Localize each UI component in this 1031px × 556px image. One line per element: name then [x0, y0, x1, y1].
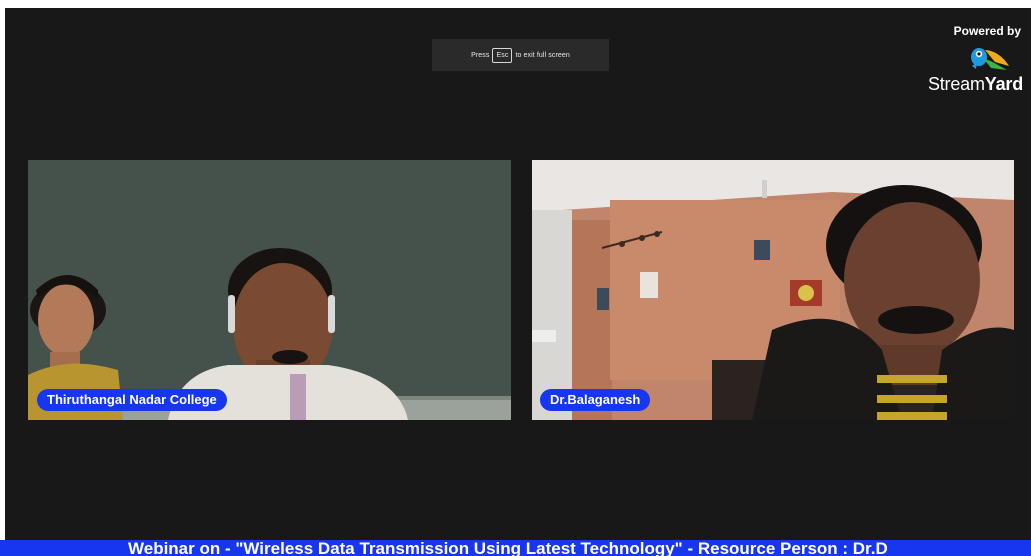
- esc-key-badge: Esc: [492, 47, 513, 63]
- fullscreen-exit-hint: Press Esc to exit full screen: [432, 39, 609, 71]
- participant-tile-balaganesh[interactable]: Dr.Balaganesh: [532, 160, 1014, 420]
- powered-by-label: Powered by: [953, 24, 1021, 38]
- streamyard-bird-logo-icon: [971, 48, 1009, 70]
- participant-tile-college[interactable]: Thiruthangal Nadar College: [28, 160, 511, 420]
- participant-name-tag: Thiruthangal Nadar College: [37, 389, 227, 411]
- banner-ticker: Webinar on - "Wireless Data Transmission…: [0, 540, 1031, 556]
- wordmark-light: Stream: [927, 74, 985, 94]
- branding: Powered by StreamYard: [890, 24, 1025, 95]
- participant-name-tag: Dr.Balaganesh: [540, 389, 651, 411]
- stream-stage: Press Esc to exit full screen Powered by…: [0, 0, 1031, 556]
- hint-suffix-text: to exit full screen: [515, 51, 570, 59]
- banner-ticker-text: Webinar on - "Wireless Data Transmission…: [128, 540, 888, 556]
- wordmark-bold: Yard: [984, 74, 1023, 94]
- streamyard-wordmark: StreamYard: [890, 74, 1023, 95]
- hint-press-text: Press: [471, 51, 490, 59]
- participant-video-college: [28, 160, 511, 420]
- participant-video-balaganesh: [532, 160, 1014, 420]
